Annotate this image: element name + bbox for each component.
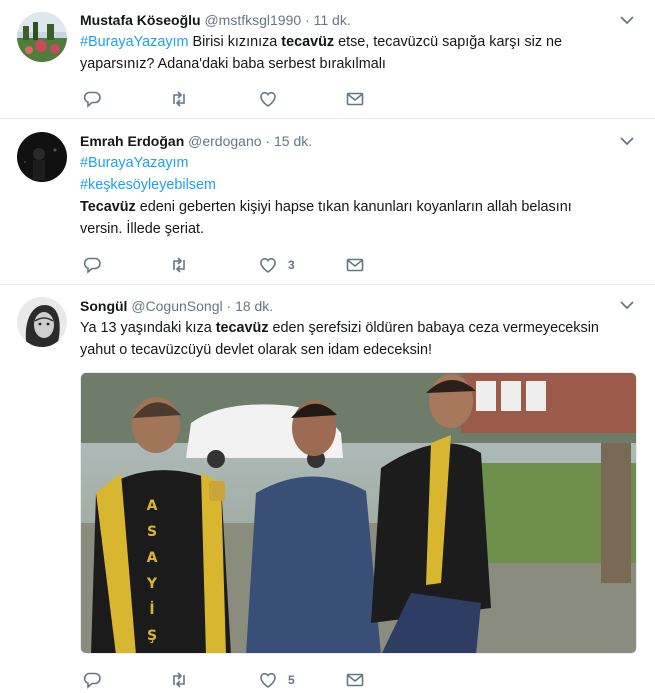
chevron-down-icon[interactable] xyxy=(619,12,635,28)
text-span: eden şerefsizi öldüren babaya ceza verme… xyxy=(268,320,599,336)
message-button[interactable] xyxy=(345,255,365,275)
reply-icon xyxy=(83,91,101,108)
retweet-icon xyxy=(173,672,185,688)
display-name[interactable]: Mustafa Köseoğlu xyxy=(80,12,201,28)
display-name[interactable]: Songül xyxy=(80,298,127,314)
tweet-header: Emrah Erdoğan @erdogano · 15 dk. xyxy=(80,132,635,150)
tweet-actions: 3 xyxy=(80,255,380,275)
hashtag-link[interactable]: #keşkesöyleyebilsem xyxy=(80,177,216,193)
tweet[interactable]: Songül @CogunSongl · 18 dk. Ya 13 yaşınd… xyxy=(0,285,655,693)
avatar-image xyxy=(17,12,67,62)
timestamp[interactable]: 18 dk. xyxy=(235,298,273,314)
keyword-highlight: tecavüz xyxy=(215,320,269,336)
text-span: edeni geberten kişiyi hapse tıkan kanunl… xyxy=(135,199,572,215)
retweet-button[interactable] xyxy=(169,255,189,275)
text-span: Birisi kızınıza xyxy=(188,34,282,50)
retweet-button[interactable] xyxy=(169,89,189,109)
tweet-actions xyxy=(80,89,380,109)
photo-image xyxy=(81,373,636,653)
tweet-header: Mustafa Köseoğlu @mstfksgl1990 · 11 dk. xyxy=(80,11,635,29)
reply-icon xyxy=(83,672,101,689)
like-count: 5 xyxy=(288,673,295,687)
like-count: 3 xyxy=(288,258,295,272)
reply-icon xyxy=(83,257,101,274)
like-button[interactable] xyxy=(258,89,278,109)
like-button[interactable]: 3 xyxy=(258,255,295,275)
separator: · xyxy=(305,12,310,28)
envelope-icon xyxy=(346,673,364,687)
heart-icon xyxy=(260,672,276,688)
retweet-icon xyxy=(173,257,185,273)
text-line: yaparsınız? Adana'daki baba serbest bıra… xyxy=(80,56,386,72)
avatar[interactable] xyxy=(17,297,67,347)
reply-button[interactable] xyxy=(82,89,102,109)
username[interactable]: @mstfksgl1990 xyxy=(204,12,301,28)
envelope-icon xyxy=(346,258,364,272)
display-name[interactable]: Emrah Erdoğan xyxy=(80,133,184,149)
text-line: versin. İllede şeriat. xyxy=(80,221,204,237)
avatar-image xyxy=(17,297,67,347)
keyword-highlight: tecavüz xyxy=(281,34,335,50)
username[interactable]: @erdogano xyxy=(188,133,261,149)
timeline: Mustafa Köseoğlu @mstfksgl1990 · 11 dk. … xyxy=(0,0,655,693)
heart-icon xyxy=(260,91,276,107)
text-line: yahut o tecavüzcüyü devlet olarak sen id… xyxy=(80,342,432,358)
message-button[interactable] xyxy=(345,670,365,690)
retweet-icon xyxy=(173,91,185,107)
heart-icon xyxy=(260,257,276,273)
tweet-text: #BurayaYazayım #keşkesöyleyebilsem Tecav… xyxy=(80,152,635,240)
chevron-down-icon[interactable] xyxy=(619,297,635,313)
username[interactable]: @CogunSongl xyxy=(131,298,222,314)
text-span: etse, tecavüzcü sapığa karşı siz ne xyxy=(334,34,563,50)
avatar[interactable] xyxy=(17,132,67,182)
separator: · xyxy=(265,133,271,149)
timestamp[interactable]: 15 dk. xyxy=(274,133,312,149)
tweet-text: #BurayaYazayım Birisi kızınıza tecavüz e… xyxy=(80,31,635,75)
tweet-header: Songül @CogunSongl · 18 dk. xyxy=(80,297,635,315)
hashtag-link[interactable]: #BurayaYazayım xyxy=(80,34,189,50)
tweet[interactable]: Mustafa Köseoğlu @mstfksgl1990 · 11 dk. … xyxy=(0,0,655,119)
envelope-icon xyxy=(346,92,364,106)
reply-button[interactable] xyxy=(82,255,102,275)
avatar[interactable] xyxy=(17,12,67,62)
tweet[interactable]: Emrah Erdoğan @erdogano · 15 dk. #Buraya… xyxy=(0,119,655,285)
separator: · xyxy=(226,298,232,314)
text-span: Ya 13 yaşındaki kıza xyxy=(80,320,216,336)
tweet-photo[interactable]: ASAYİŞ xyxy=(80,372,637,654)
hashtag-link[interactable]: #BurayaYazayım xyxy=(80,155,189,171)
tweet-actions: 5 xyxy=(80,670,380,690)
retweet-button[interactable] xyxy=(169,670,189,690)
photo-vest-text: ASAYİŞ xyxy=(146,498,158,644)
timestamp[interactable]: 11 dk. xyxy=(314,12,351,28)
chevron-down-icon[interactable] xyxy=(619,133,635,149)
like-button[interactable]: 5 xyxy=(258,670,295,690)
avatar-image xyxy=(17,132,67,182)
keyword-highlight: Tecavüz xyxy=(80,199,136,215)
message-button[interactable] xyxy=(345,89,365,109)
reply-button[interactable] xyxy=(82,670,102,690)
tweet-text: Ya 13 yaşındaki kıza tecavüz eden şerefs… xyxy=(80,317,635,361)
